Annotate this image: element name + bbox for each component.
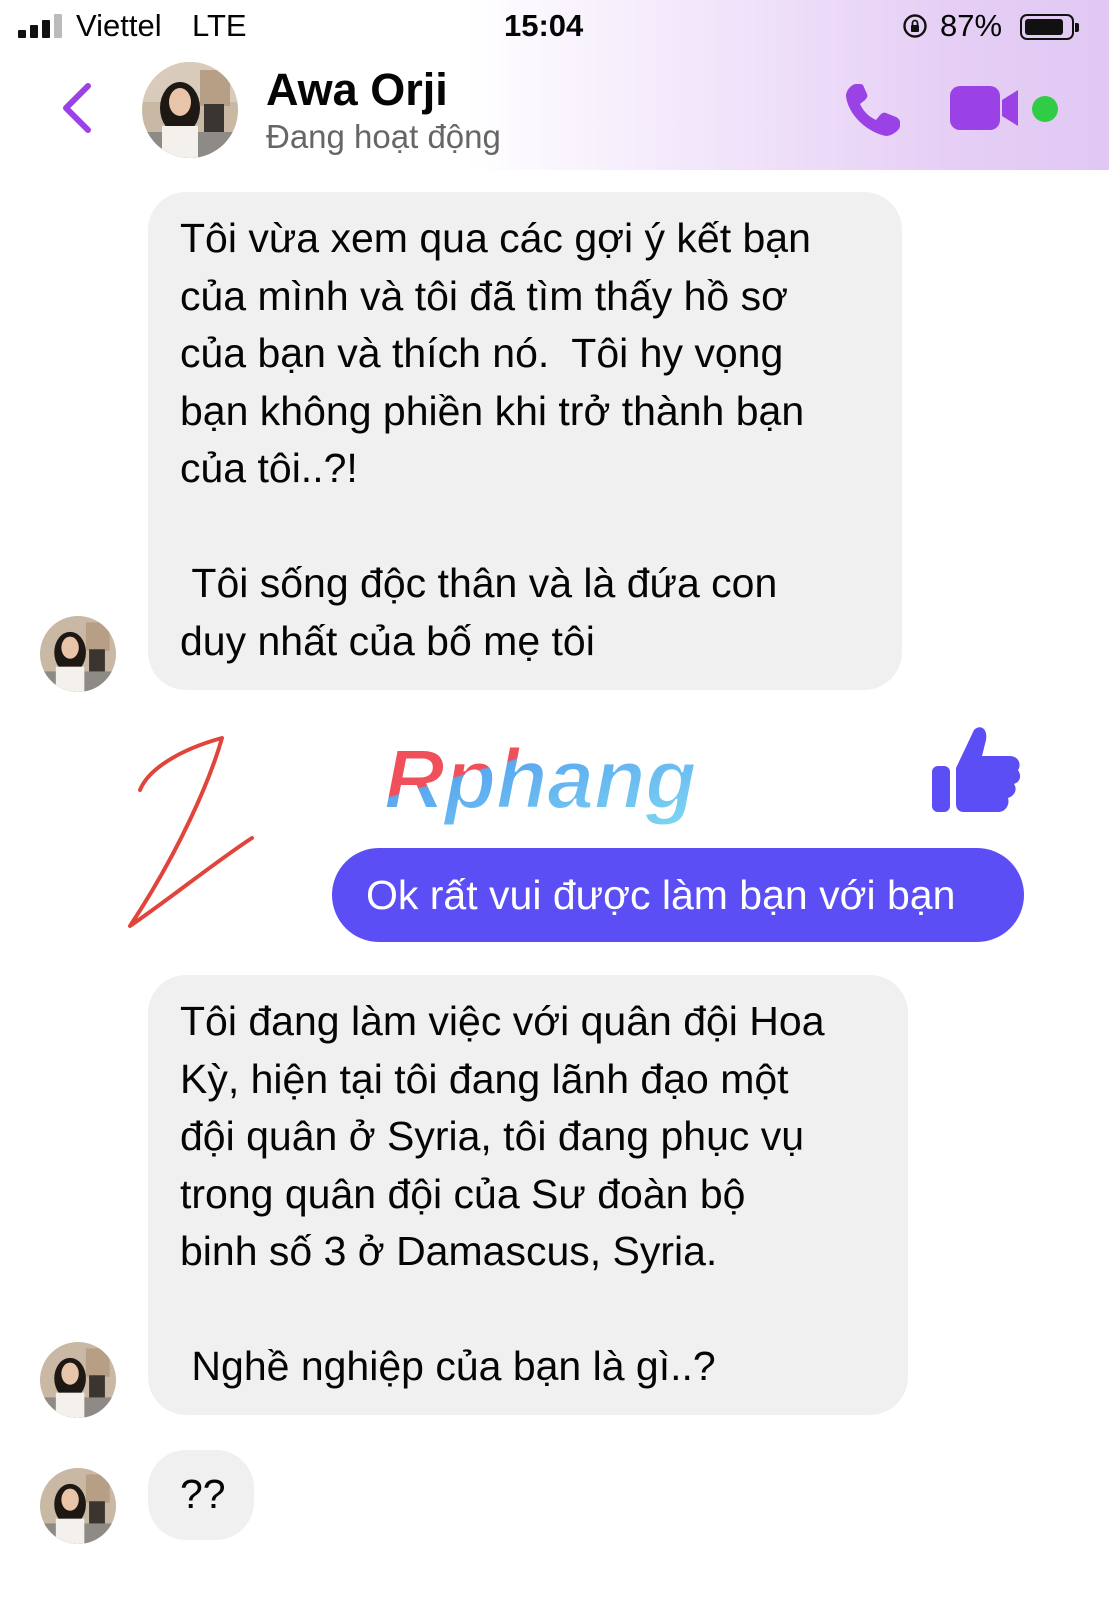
orientation-lock-icon — [903, 14, 927, 38]
received-message[interactable]: Tôi vừa xem qua các gợi ý kết bạn của mì… — [148, 192, 902, 690]
video-camera-icon[interactable] — [950, 84, 1022, 132]
battery-icon — [1020, 14, 1079, 40]
watermark-logo: Rphang — [383, 731, 698, 827]
contact-name[interactable]: Awa Orji — [266, 64, 448, 116]
carrier-name: Viettel — [76, 8, 162, 43]
online-indicator — [1032, 96, 1058, 122]
thumbs-up-icon[interactable] — [928, 722, 1024, 818]
status-time: 15:04 — [504, 8, 584, 43]
red-scribble-annotation — [128, 736, 254, 928]
signal-icon — [18, 14, 62, 38]
svg-text:Rphang: Rphang — [384, 732, 697, 826]
battery-percent: 87% — [940, 8, 1003, 43]
network-type: LTE — [192, 8, 247, 43]
status-bar: Viettel LTE 15:04 87% — [0, 4, 1109, 52]
avatar[interactable] — [40, 1468, 116, 1544]
chat-header: Viettel LTE 15:04 87% Awa Orji Đang hoạt… — [0, 0, 1109, 170]
sent-message[interactable]: Ok rất vui được làm bạn với bạn — [332, 848, 1024, 942]
contact-avatar[interactable] — [142, 62, 238, 158]
phone-icon[interactable] — [842, 80, 904, 140]
received-message[interactable]: Tôi đang làm việc với quân đội Hoa Kỳ, h… — [148, 975, 908, 1415]
avatar[interactable] — [40, 616, 116, 692]
contact-status: Đang hoạt động — [266, 118, 501, 155]
received-message[interactable]: ?? — [148, 1450, 254, 1540]
avatar[interactable] — [40, 1342, 116, 1418]
chevron-left-icon[interactable] — [58, 80, 98, 136]
